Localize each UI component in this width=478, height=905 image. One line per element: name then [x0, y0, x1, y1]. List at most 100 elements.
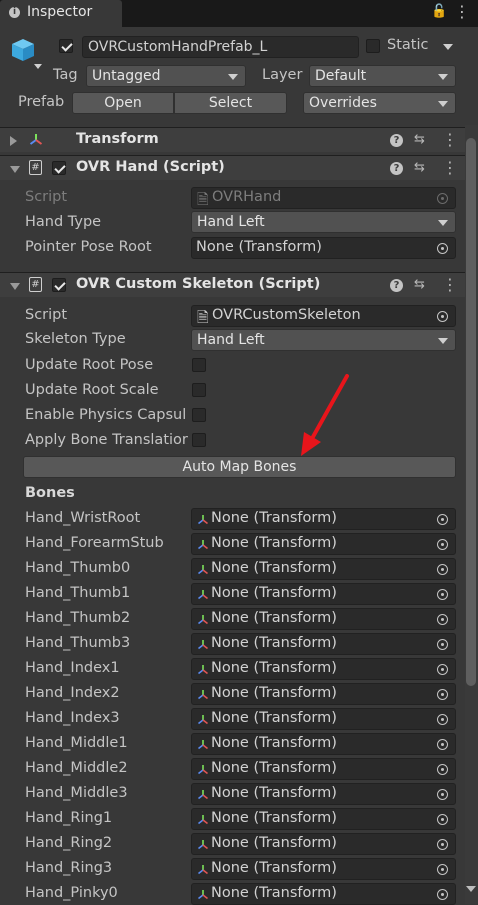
skeleton-type-label: Skeleton Type — [25, 331, 126, 347]
help-icon[interactable]: ? — [390, 134, 403, 147]
update-root-pose-label: Update Root Pose — [25, 357, 154, 373]
bone-transform-field[interactable]: None (Transform) — [191, 883, 456, 905]
object-picker-icon[interactable] — [437, 539, 448, 550]
collapse-arrow-icon[interactable] — [10, 166, 20, 173]
transform-icon — [198, 540, 208, 550]
object-picker-icon[interactable] — [437, 589, 448, 600]
skeleton-type-dropdown[interactable]: Hand Left — [191, 329, 456, 351]
apply-bone-checkbox[interactable] — [192, 433, 206, 447]
prefab-select-button[interactable]: Select — [174, 92, 287, 114]
object-picker-icon — [437, 311, 448, 322]
scroll-down-icon[interactable] — [466, 886, 476, 892]
scrollbar-thumb[interactable] — [466, 138, 476, 686]
help-icon[interactable]: ? — [390, 162, 403, 175]
tag-dropdown[interactable]: Untagged — [86, 65, 246, 87]
bone-value: None (Transform) — [211, 685, 337, 701]
bone-value: None (Transform) — [211, 635, 337, 651]
object-picker-icon[interactable] — [437, 764, 448, 775]
bone-label: Hand_Middle3 — [25, 785, 128, 801]
object-picker-icon[interactable] — [437, 814, 448, 825]
object-picker-icon[interactable] — [437, 864, 448, 875]
object-picker-icon[interactable] — [437, 889, 448, 900]
bone-value: None (Transform) — [211, 710, 337, 726]
pointer-pose-value: None (Transform) — [196, 239, 322, 255]
preset-sliders-icon[interactable]: ⇆ — [414, 277, 425, 292]
hand-type-label: Hand Type — [25, 214, 102, 230]
ovr-hand-enabled-checkbox[interactable] — [52, 161, 66, 175]
skeleton-component-header[interactable]: # OVR Custom Skeleton (Script) ? ⇆ ⋮ — [0, 272, 465, 297]
bone-value: None (Transform) — [211, 560, 337, 576]
hand-type-dropdown[interactable]: Hand Left — [191, 211, 456, 233]
preset-sliders-icon[interactable]: ⇆ — [414, 160, 425, 175]
component-menu-icon[interactable]: ⋮ — [442, 158, 458, 177]
object-picker-icon[interactable] — [437, 789, 448, 800]
static-checkbox[interactable] — [366, 39, 380, 53]
expand-arrow-icon[interactable] — [10, 136, 17, 146]
object-picker-icon[interactable] — [437, 514, 448, 525]
help-icon[interactable]: ? — [390, 279, 403, 292]
bone-transform-field[interactable]: None (Transform) — [191, 833, 456, 855]
object-name-field[interactable]: OVRCustomHandPrefab_L — [82, 36, 359, 58]
bone-transform-field[interactable]: None (Transform) — [191, 583, 456, 605]
component-menu-icon[interactable]: ⋮ — [442, 130, 458, 149]
overrides-dropdown[interactable]: Overrides — [303, 92, 456, 114]
update-root-scale-checkbox[interactable] — [192, 383, 206, 397]
transform-icon — [198, 590, 208, 600]
component-menu-icon[interactable]: ⋮ — [442, 275, 458, 294]
object-picker-icon[interactable] — [437, 714, 448, 725]
pointer-pose-label: Pointer Pose Root — [25, 239, 152, 255]
tab-inspector[interactable]: i Inspector — [0, 0, 122, 27]
prefab-label: Prefab — [18, 94, 65, 110]
object-picker-icon[interactable] — [437, 739, 448, 750]
script-icon: # — [29, 277, 42, 292]
object-picker-icon[interactable] — [437, 689, 448, 700]
bone-value: None (Transform) — [211, 810, 337, 826]
active-checkbox[interactable] — [59, 39, 73, 53]
bone-transform-field[interactable]: None (Transform) — [191, 658, 456, 680]
bone-transform-field[interactable]: None (Transform) — [191, 708, 456, 730]
object-picker-icon[interactable] — [437, 243, 448, 254]
object-picker-icon[interactable] — [437, 839, 448, 850]
more-menu-icon[interactable]: ⋮ — [454, 2, 470, 21]
bone-transform-field[interactable]: None (Transform) — [191, 533, 456, 555]
lock-icon[interactable]: 🔓 — [431, 4, 447, 19]
bone-transform-field[interactable]: None (Transform) — [191, 783, 456, 805]
bone-transform-field[interactable]: None (Transform) — [191, 858, 456, 880]
static-dropdown-caret-icon[interactable] — [443, 44, 453, 50]
icon-dropdown-caret-icon[interactable] — [34, 64, 42, 69]
auto-map-bones-button[interactable]: Auto Map Bones — [23, 456, 456, 478]
pointer-pose-field[interactable]: None (Transform) — [191, 237, 456, 259]
bone-transform-field[interactable]: None (Transform) — [191, 633, 456, 655]
object-picker-icon[interactable] — [437, 639, 448, 650]
bone-label: Hand_Index2 — [25, 685, 120, 701]
object-picker-icon[interactable] — [437, 614, 448, 625]
transform-icon — [29, 134, 43, 145]
skeleton-title: OVR Custom Skeleton (Script) — [76, 276, 321, 292]
bone-label: Hand_Thumb1 — [25, 585, 131, 601]
bone-transform-field[interactable]: None (Transform) — [191, 508, 456, 530]
object-picker-icon[interactable] — [437, 664, 448, 675]
script-icon: # — [29, 160, 42, 175]
bone-transform-field[interactable]: None (Transform) — [191, 558, 456, 580]
skeleton-enabled-checkbox[interactable] — [52, 278, 66, 292]
bone-transform-field[interactable]: None (Transform) — [191, 608, 456, 630]
bone-transform-field[interactable]: None (Transform) — [191, 808, 456, 830]
bone-label: Hand_Index1 — [25, 660, 120, 676]
hand-type-value: Hand Left — [197, 214, 265, 230]
ovr-hand-component-header[interactable]: # OVR Hand (Script) ? ⇆ ⋮ — [0, 155, 465, 180]
enable-physics-checkbox[interactable] — [192, 408, 206, 422]
bone-value: None (Transform) — [211, 585, 337, 601]
transform-icon — [198, 665, 208, 675]
bone-transform-field[interactable]: None (Transform) — [191, 683, 456, 705]
object-picker-icon[interactable] — [437, 564, 448, 575]
layer-dropdown[interactable]: Default — [309, 65, 456, 87]
update-root-pose-checkbox[interactable] — [192, 358, 206, 372]
info-icon: i — [9, 7, 20, 18]
prefab-open-button[interactable]: Open — [72, 92, 174, 114]
preset-sliders-icon[interactable]: ⇆ — [414, 132, 425, 147]
bone-transform-field[interactable]: None (Transform) — [191, 758, 456, 780]
update-root-scale-label: Update Root Scale — [25, 382, 159, 398]
bone-transform-field[interactable]: None (Transform) — [191, 733, 456, 755]
transform-component-header[interactable]: Transform ? ⇆ ⋮ — [0, 127, 465, 152]
collapse-arrow-icon[interactable] — [10, 283, 20, 290]
